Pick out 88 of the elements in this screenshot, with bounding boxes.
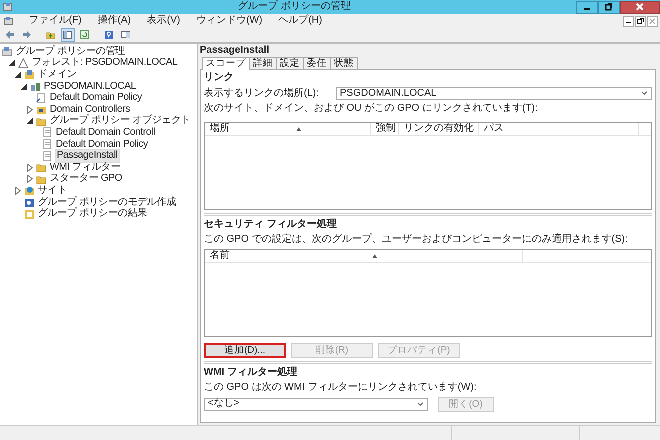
collapsed-arrow-icon[interactable] — [26, 164, 34, 172]
console-icon[interactable] — [4, 16, 14, 26]
column-header[interactable]: 場所 — [205, 123, 371, 136]
document-link-icon — [36, 92, 47, 104]
toolbar-button[interactable] — [61, 28, 75, 42]
menu-item[interactable]: 操作(A) — [96, 15, 132, 27]
document-icon — [42, 139, 53, 150]
tree-item[interactable]: Default Domain Policy — [49, 92, 144, 104]
toolbar-button[interactable] — [102, 28, 116, 42]
menu-item[interactable]: ウィンドウ(W) — [195, 15, 264, 27]
pane-toggle-icon — [63, 30, 73, 40]
dropdown[interactable]: <なし> — [204, 398, 428, 411]
field-label: 表示するリンクの場所(L): — [204, 88, 320, 100]
tree-item[interactable]: ドメイン — [37, 68, 78, 81]
tab[interactable]: 設定 — [276, 57, 304, 70]
mdi-restore-button[interactable] — [635, 16, 646, 26]
column-label: パス — [484, 123, 504, 136]
tree-item[interactable]: グループ ポリシーの管理 — [15, 46, 126, 58]
tree-item[interactable]: Default Domain Controll — [55, 126, 156, 139]
toolbar-button[interactable] — [20, 28, 34, 42]
restore-icon — [605, 3, 613, 11]
forward-arrow-icon — [22, 30, 32, 40]
tree-item[interactable]: グループ ポリシーのモデル作成 — [37, 196, 178, 209]
refresh-icon — [80, 30, 90, 40]
tree-item[interactable]: グループ ポリシー オブジェクト — [49, 115, 192, 128]
restore-button[interactable] — [598, 0, 620, 14]
section-heading: リンク — [204, 72, 235, 84]
toolbar-button[interactable] — [78, 28, 92, 42]
chevron-down-icon — [417, 402, 424, 407]
close-icon — [648, 16, 657, 26]
help-icon — [104, 30, 114, 40]
dialog-button[interactable]: 追加(D)... — [204, 342, 286, 358]
tab[interactable]: 詳細 — [249, 57, 277, 70]
column-label: 場所 — [210, 123, 230, 136]
close-button[interactable] — [620, 0, 660, 14]
details-title: PassageInstall — [200, 45, 270, 57]
menu-item[interactable]: ファイル(F) — [28, 15, 83, 27]
description-text: この GPO での設定は、次のグループ、ユーザーおよびコンピューターにのみ適用されます(S): — [204, 234, 629, 246]
restore-icon — [636, 16, 645, 26]
folder-up-icon — [46, 30, 56, 40]
menu-item[interactable]: ヘルプ(H) — [278, 15, 324, 27]
console-icon — [2, 46, 13, 58]
triangle-icon — [18, 58, 29, 69]
menu-item[interactable]: 表示(V) — [146, 15, 182, 27]
action-pane-icon — [121, 30, 131, 40]
tree-item[interactable]: PSGDOMAIN.LOCAL — [43, 80, 138, 93]
column-header[interactable]: 名前 — [205, 250, 523, 262]
column-label: 名前 — [210, 250, 230, 262]
tree-item[interactable]: Default Domain Policy — [55, 138, 150, 151]
tree-item[interactable]: サイト — [37, 184, 68, 197]
expanded-arrow-icon[interactable] — [14, 70, 22, 79]
tree-item[interactable]: Domain Controllers — [49, 104, 132, 116]
app-icon — [3, 2, 13, 12]
collapsed-arrow-icon[interactable] — [14, 186, 22, 195]
list-view[interactable]: 場所 強制 リンクの有効化 パス — [204, 122, 652, 210]
column-label: 強制 — [376, 123, 396, 136]
close-icon — [636, 3, 644, 11]
tab[interactable]: 状態 — [330, 57, 358, 70]
list-view[interactable]: 名前 — [204, 249, 652, 338]
column-header[interactable]: 強制 — [371, 123, 399, 136]
expanded-arrow-icon[interactable] — [8, 59, 16, 68]
collapsed-arrow-icon[interactable] — [26, 175, 34, 184]
tab[interactable]: 委任 — [303, 57, 331, 70]
expanded-arrow-icon[interactable] — [20, 82, 28, 91]
back-arrow-icon — [5, 30, 15, 40]
document-icon — [42, 150, 53, 162]
dropdown-value: <なし> — [208, 398, 240, 410]
tree-item[interactable]: WMI フィルター — [49, 162, 122, 174]
collapsed-arrow-icon[interactable] — [26, 106, 34, 114]
tree-item[interactable]: PassageInstall — [55, 149, 120, 164]
dropdown-value: PSGDOMAIN.LOCAL — [340, 88, 437, 100]
tree-item[interactable]: グループ ポリシーの結果 — [37, 208, 148, 220]
folder-globe-icon — [24, 185, 35, 196]
description-text: 次のサイト、ドメイン、および OU がこの GPO にリンクされています(T): — [204, 103, 539, 116]
tree-item[interactable]: スターター GPO — [49, 173, 124, 186]
tab[interactable]: スコープ — [202, 57, 250, 70]
description-text: この GPO は次の WMI フィルターにリンクされています(W): — [204, 382, 478, 394]
expanded-arrow-icon[interactable] — [26, 117, 34, 126]
column-header[interactable]: パス — [479, 123, 639, 136]
dropdown[interactable]: PSGDOMAIN.LOCAL — [336, 87, 652, 100]
chevron-down-icon — [641, 91, 648, 96]
document-icon — [42, 127, 53, 138]
section-heading: セキュリティ フィルター処理 — [204, 219, 338, 232]
window-title: グループ ポリシーの管理 — [237, 1, 352, 13]
section-heading: WMI フィルター処理 — [204, 366, 298, 379]
tree-item[interactable]: フォレスト: PSGDOMAIN.LOCAL — [31, 57, 179, 70]
mdi-minimize-button[interactable] — [623, 16, 634, 26]
minimize-button[interactable] — [576, 0, 598, 14]
